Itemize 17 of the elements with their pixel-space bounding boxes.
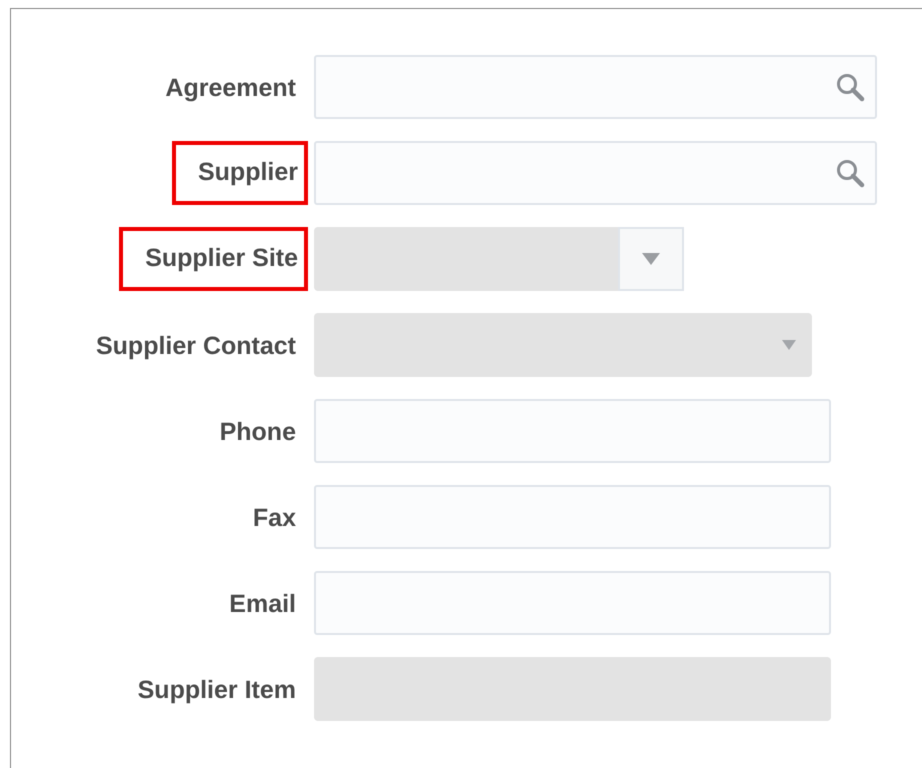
input-field[interactable] (314, 485, 831, 549)
caret-icon (642, 253, 660, 265)
field-label: Supplier Contact (94, 330, 297, 362)
field-label: Phone (218, 416, 297, 448)
lookup-field[interactable] (314, 55, 877, 119)
field-label: Agreement (164, 72, 297, 104)
field-label: Email (228, 588, 297, 620)
input-field[interactable] (314, 571, 831, 635)
field-label: Supplier Site (119, 227, 308, 291)
caret-icon (782, 340, 796, 350)
field-label: Supplier Item (136, 674, 297, 706)
field-label: Fax (252, 502, 297, 534)
input-field[interactable] (314, 399, 831, 463)
search-icon[interactable] (835, 158, 865, 188)
search-icon[interactable] (835, 72, 865, 102)
field-label: Supplier (172, 141, 308, 205)
lookup-field[interactable] (314, 141, 877, 205)
